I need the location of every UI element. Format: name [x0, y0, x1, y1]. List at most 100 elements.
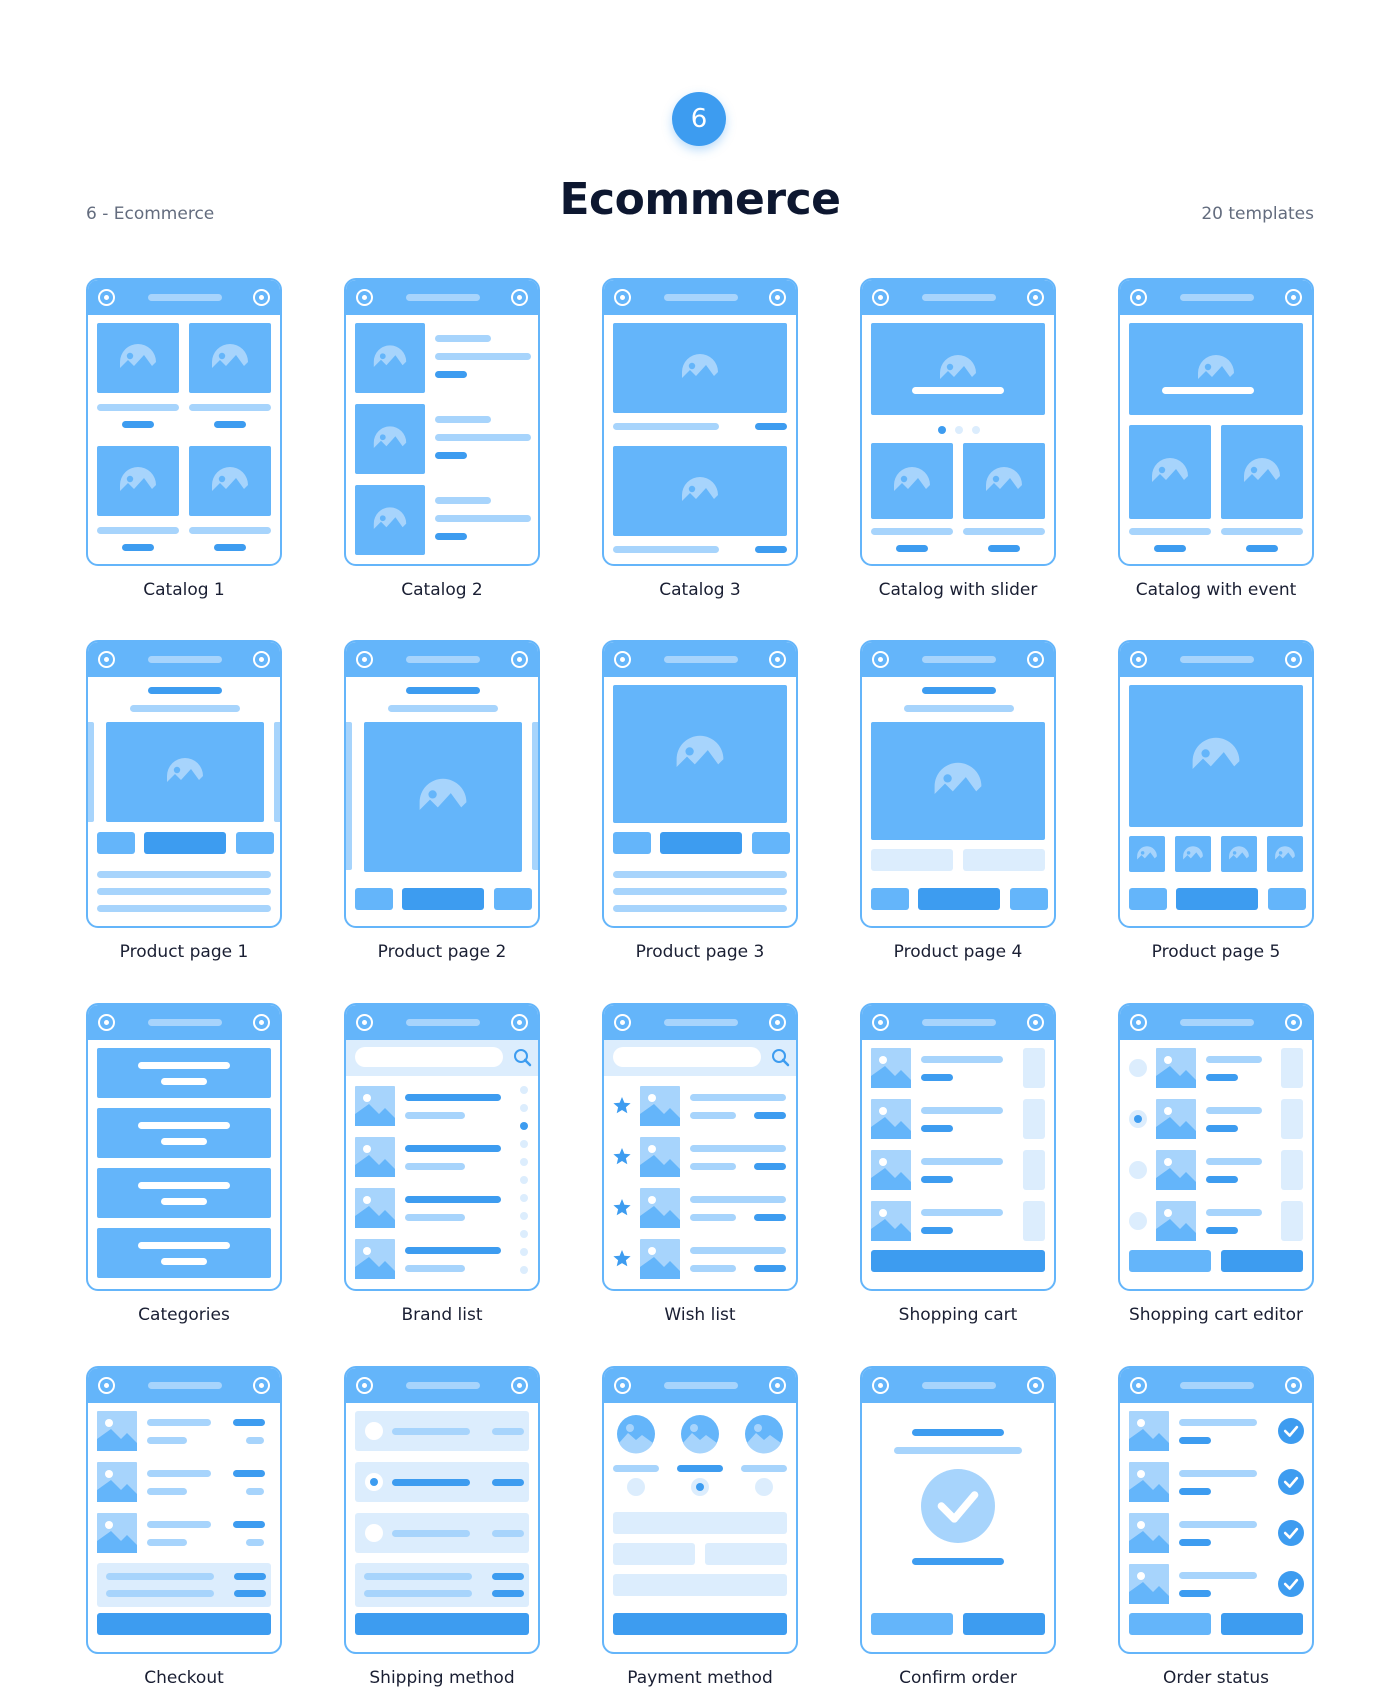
- wireframe-header: [604, 1368, 796, 1403]
- wireframe-body: [613, 685, 790, 912]
- template-card[interactable]: Catalog with slider: [860, 278, 1056, 600]
- cart-wireframe[interactable]: [860, 1003, 1056, 1291]
- section-number-badge: 6: [672, 92, 726, 146]
- product-page-wireframe[interactable]: [1118, 640, 1314, 928]
- template-card[interactable]: Product page 2: [344, 640, 540, 962]
- catalog-event-wireframe[interactable]: [1118, 278, 1314, 566]
- template-card[interactable]: Shopping cart editor: [1118, 1003, 1314, 1325]
- action-circle-icon: [769, 1377, 786, 1394]
- template-label-product-page-2: Product page 2: [377, 942, 507, 962]
- action-circle-icon: [769, 651, 786, 668]
- action-circle-icon: [769, 289, 786, 306]
- template-label-payment-method: Payment method: [627, 1668, 773, 1688]
- catalog-list-wireframe[interactable]: [344, 278, 540, 566]
- wireframe-header: [1120, 642, 1312, 677]
- action-circle-icon: [1285, 1377, 1302, 1394]
- payment-wireframe[interactable]: [602, 1366, 798, 1654]
- wireframe-body: [355, 323, 531, 555]
- wireframe-header: [1120, 1368, 1312, 1403]
- template-label-checkout: Checkout: [144, 1668, 224, 1688]
- header-title-bar: [664, 294, 738, 301]
- header-title-bar: [148, 294, 222, 301]
- template-count: 20 templates: [1201, 204, 1314, 224]
- header-title-bar: [922, 1019, 996, 1026]
- menu-circle-icon: [1130, 1014, 1147, 1031]
- template-card[interactable]: Order status: [1118, 1366, 1314, 1688]
- template-label-brand-list: Brand list: [401, 1305, 483, 1325]
- action-circle-icon: [769, 1014, 786, 1031]
- template-card[interactable]: Catalog with event: [1118, 278, 1314, 600]
- header-title-bar: [664, 1019, 738, 1026]
- product-page-wireframe[interactable]: [860, 640, 1056, 928]
- action-circle-icon: [1285, 1014, 1302, 1031]
- template-label-product-page-1: Product page 1: [119, 942, 249, 962]
- template-label-wish-list: Wish list: [664, 1305, 736, 1325]
- wireframe-body: [1129, 323, 1303, 552]
- action-circle-icon: [253, 651, 270, 668]
- template-card[interactable]: Brand list: [344, 1003, 540, 1325]
- cart-editor-wireframe[interactable]: [1118, 1003, 1314, 1291]
- wireframe-body: [871, 323, 1045, 552]
- brand-list-wireframe[interactable]: [344, 1003, 540, 1291]
- confirm-wireframe[interactable]: [860, 1366, 1056, 1654]
- template-card[interactable]: Confirm order: [860, 1366, 1056, 1688]
- menu-circle-icon: [872, 289, 889, 306]
- wireframe-body: [97, 323, 271, 551]
- page-title: Ecommerce: [559, 174, 841, 225]
- order-status-wireframe[interactable]: [1118, 1366, 1314, 1654]
- template-card[interactable]: Catalog 1: [86, 278, 282, 600]
- header-title-bar: [406, 1019, 480, 1026]
- header-title-bar: [1180, 294, 1254, 301]
- product-page-wireframe[interactable]: [344, 640, 540, 928]
- template-card[interactable]: Categories: [86, 1003, 282, 1325]
- template-card[interactable]: Product page 4: [860, 640, 1056, 962]
- template-card[interactable]: Shopping cart: [860, 1003, 1056, 1325]
- template-label-categories: Categories: [138, 1305, 230, 1325]
- template-card[interactable]: Payment method: [602, 1366, 798, 1688]
- template-label-catalog-3: Catalog 3: [659, 580, 741, 600]
- template-card[interactable]: Product page 1: [86, 640, 282, 962]
- action-circle-icon: [1027, 651, 1044, 668]
- shipping-wireframe[interactable]: [344, 1366, 540, 1654]
- template-card[interactable]: Wish list: [602, 1003, 798, 1325]
- template-card[interactable]: Shipping method: [344, 1366, 540, 1688]
- header-title-bar: [1180, 656, 1254, 663]
- wireframe-body: [871, 1048, 1045, 1272]
- catalog-slider-wireframe[interactable]: [860, 278, 1056, 566]
- wireframe-body: [88, 687, 280, 912]
- categories-wireframe[interactable]: [86, 1003, 282, 1291]
- menu-circle-icon: [356, 651, 373, 668]
- template-label-catalog-1: Catalog 1: [143, 580, 225, 600]
- product-page-wireframe[interactable]: [602, 640, 798, 928]
- header-title-bar: [148, 656, 222, 663]
- checkout-wireframe[interactable]: [86, 1366, 282, 1654]
- template-card[interactable]: Checkout: [86, 1366, 282, 1688]
- wireframe-body: [1129, 1048, 1303, 1272]
- catalog-grid-wireframe[interactable]: [86, 278, 282, 566]
- wireframe-body: [1129, 685, 1306, 910]
- template-label-shipping-method: Shipping method: [369, 1668, 515, 1688]
- header-title-bar: [406, 294, 480, 301]
- wireframe-header: [604, 280, 796, 315]
- header-title-bar: [664, 656, 738, 663]
- catalog-large-wireframe[interactable]: [602, 278, 798, 566]
- template-label-product-page-4: Product page 4: [893, 942, 1023, 962]
- menu-circle-icon: [98, 289, 115, 306]
- template-card[interactable]: Catalog 2: [344, 278, 540, 600]
- product-page-wireframe[interactable]: [86, 640, 282, 928]
- template-card[interactable]: Catalog 3: [602, 278, 798, 600]
- menu-circle-icon: [614, 1014, 631, 1031]
- action-circle-icon: [1285, 289, 1302, 306]
- header-title-bar: [664, 1382, 738, 1389]
- wireframe-header: [88, 642, 280, 677]
- wish-list-wireframe[interactable]: [602, 1003, 798, 1291]
- action-circle-icon: [511, 1377, 528, 1394]
- header-title-bar: [406, 656, 480, 663]
- menu-circle-icon: [356, 1377, 373, 1394]
- template-card[interactable]: Product page 3: [602, 640, 798, 962]
- menu-circle-icon: [98, 651, 115, 668]
- action-circle-icon: [511, 651, 528, 668]
- wireframe-body: [346, 1040, 538, 1279]
- template-card[interactable]: Product page 5: [1118, 640, 1314, 962]
- template-label-catalog-with-event: Catalog with event: [1135, 580, 1297, 600]
